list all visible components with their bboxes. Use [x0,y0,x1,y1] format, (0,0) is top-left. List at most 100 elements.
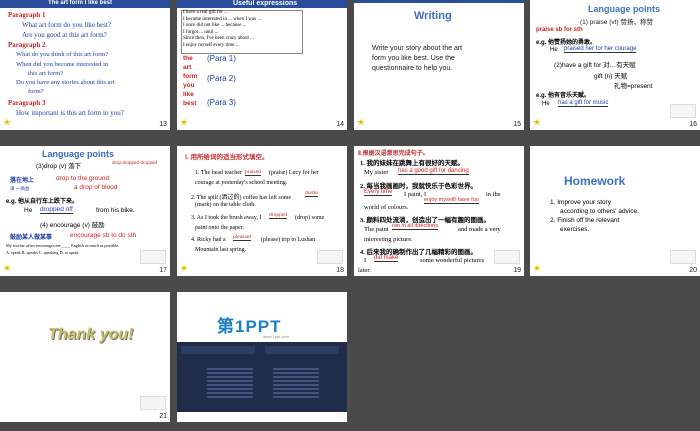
side-word: like [183,91,194,98]
top-stripe [354,0,524,3]
logo-icon [317,250,343,264]
side-word: you [183,82,195,89]
vocab-line: gift (n) 天赋 [594,73,628,80]
slide-17[interactable]: Language points (3)drop (v) 落下 drop-drop… [0,146,170,276]
phrase-cn: 鼓励某人做某事 [10,235,53,241]
expressions-list: I have a real gift for ... I became inte… [183,10,261,50]
vocab-line: 礼物=present [614,83,653,90]
slide-number: 21 [159,413,167,420]
answer: dropped off [40,206,73,214]
star-icon: ★ [3,117,12,127]
logo-icon [140,396,166,410]
question: form? [28,88,44,95]
answer: ran in all directions [392,223,438,230]
slide-16[interactable]: Language points (1) praise (vt) 赞扬，称赞 pr… [530,0,700,130]
homework-item: 2. Finish off the relevant [550,217,620,224]
slide-19[interactable]: Ⅱ.根据汉语意思完成句子。 1. 我的妹妹在跳舞上有很好的天赋。 My sist… [354,146,524,276]
slide-13[interactable]: The art form I like best Paragraph 1 Wha… [0,0,170,130]
logo-icon [494,250,520,264]
star-icon: ★ [533,117,542,127]
slide-20[interactable]: Homework 1. Improve your story according… [530,146,700,276]
promo-grid [207,368,253,398]
slide-number: 13 [159,121,167,128]
exercise-question: My teacher often encourages me ____ Engl… [6,243,120,248]
exercise-options: A. speak B. speaks C. speaking D. to spe… [6,250,79,255]
phrase-en: a drop of blood [74,184,118,191]
slide-number: 17 [159,267,167,274]
expression-line: I have a real gift for ... [183,10,228,15]
expression-line: I became interested in ... when I was ..… [183,16,262,22]
slide-number: 19 [513,267,521,274]
example: e.g. 他有音乐天赋。 [536,93,591,99]
slide-title: Language points [588,4,660,14]
para-label: (Para 1) [207,54,236,63]
vocab-line: (4) encourage (v) 鼓励 [40,222,105,229]
item-text: 3. As I took the brush away, I [191,215,262,221]
homework-list: 1. Improve your story according to other… [550,198,639,234]
example-tail: from his bike. [96,207,135,214]
answer: pleasant [233,234,252,241]
slide-title: Language points [42,149,114,159]
answer: marks [305,190,319,197]
example-subject: He [24,207,33,214]
instruction-line: questionnaire to help you. [372,65,453,72]
answer: praised her for her courage [564,46,637,53]
star-icon: ★ [533,263,542,273]
homework-item: exercises. [560,226,590,233]
expression-line: Since then, I've been crazy about ... [183,36,254,42]
homework-item: 1. Improve your story [550,199,612,206]
item-text: I [364,257,367,264]
answer: has a good gift for dancing [398,168,469,175]
slide-number: 14 [336,121,344,128]
side-word: art [183,64,192,71]
para-label: (Para 2) [207,74,236,83]
phrase-cn: 落在地上 [10,178,35,184]
side-word: form [183,73,198,80]
slide-title: Ⅱ.根据汉语意思完成句子。 [358,151,429,157]
expression-line: I forgot ... until ... [183,29,219,35]
phrase-cn: 滴 一滴血 [10,186,30,191]
instruction-line: form you like best. Use the [372,55,455,62]
slide-title: Useful expressions [233,0,298,7]
example-subject: He [550,47,558,53]
slide-number: 22 [336,413,344,420]
expression-line: I enjoy myself every time ... [183,42,240,48]
question: Are you good at this art form? [22,31,107,39]
item-text: 4. Ricky had a [191,237,226,243]
slide-title: Ⅰ. 用所给词的适当形式填空。 [185,154,269,161]
star-icon: ★ [3,263,12,273]
answer: enjoy myself/ have fun [424,197,479,204]
item-text: world of colours. [364,204,409,211]
star-icon: ★ [180,263,189,273]
slide-14[interactable]: Useful expressions I have a real gift fo… [177,0,347,130]
slide-number: 16 [689,121,697,128]
item-text: (praise) Lucy for her [269,170,319,176]
slide-21[interactable]: Thank you! 21 [0,292,170,422]
slide-22[interactable]: 第1PPT www.1ppt.com 22 [177,292,347,422]
star-icon: ★ [180,117,189,127]
verb-forms: drop-dropped-dropped [112,160,158,165]
item-text: My sister [364,169,389,176]
writing-instructions: Write your story about the art form you … [372,44,462,74]
question: What art form do you like best? [22,21,112,29]
item-text: (please) trip to Lushan [261,237,316,243]
phrase-en: drop to the ground [56,175,110,182]
item-text: and made a very [458,226,501,233]
item-text: some wonderful pictures [420,257,485,264]
paragraph-label: Paragraph 2 [8,41,46,49]
logo-icon [140,250,166,264]
side-word: best [183,100,197,107]
slide-15[interactable]: Writing Write your story about the art f… [354,0,524,130]
star-icon: ★ [357,117,366,127]
question: Do you have any stories about this art [16,79,115,86]
homework-item: according to others' advice. [560,208,639,215]
vocab-line: (1) praise (vt) 赞扬，称赞 [580,19,653,26]
slide-title: Writing [414,10,452,22]
slide-18[interactable]: Ⅰ. 用所给词的适当形式填空。 1. The head teacher prai… [177,146,347,276]
vocab-line: (2)have a gift for 对…有天赋 [554,62,636,69]
item-text: 1. The head teacher [195,170,242,176]
item-text: (mark) on the table cloth. [195,202,256,208]
item-text: The paint [364,226,389,233]
phrase: praise sb for sth [536,27,583,33]
item-text: paint onto the paper. [195,225,244,231]
